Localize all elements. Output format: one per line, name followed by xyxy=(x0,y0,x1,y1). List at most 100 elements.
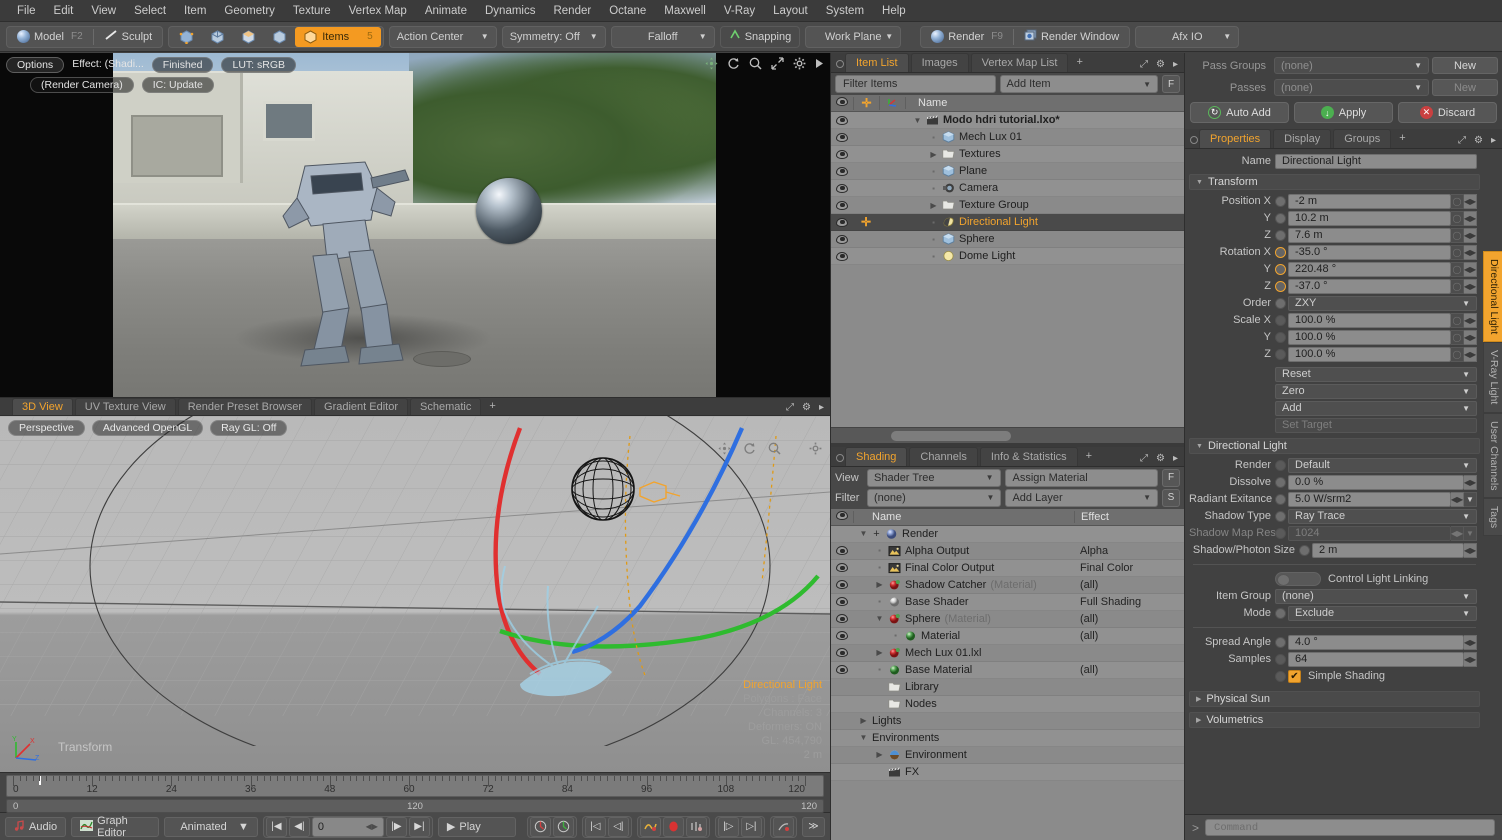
falloff-dropdown[interactable]: Falloff ▼ xyxy=(610,25,715,48)
play-button[interactable]: ▶ Play xyxy=(437,816,516,837)
shader-visibility-toggle[interactable] xyxy=(831,614,853,623)
item-list-row[interactable]: ▪ Camera xyxy=(831,180,1184,197)
properties-tab-groups[interactable]: Groups xyxy=(1333,129,1392,148)
next-key-button[interactable]: |▶ xyxy=(385,816,407,837)
assign-material-button[interactable]: Assign Material xyxy=(1004,468,1158,487)
scale-1-input[interactable]: 100.0 % xyxy=(1288,329,1451,345)
shader-tree-row[interactable]: ▪ Alpha Output Alpha xyxy=(831,542,1184,560)
symmetry-dropdown[interactable]: Symmetry: Off ▼ xyxy=(501,25,606,48)
transform-0-input[interactable]: -2 m xyxy=(1288,193,1451,209)
material-mode-button[interactable] xyxy=(264,27,295,47)
menu-item-texture[interactable]: Texture xyxy=(284,0,340,22)
delete-key-button[interactable] xyxy=(772,816,794,837)
item-list-row[interactable]: ✛ ▪ Directional Light xyxy=(831,214,1184,231)
transform-section-header[interactable]: ▼ Transform xyxy=(1189,174,1480,190)
simple-shading-checkbox[interactable]: ✔ xyxy=(1288,669,1301,683)
visibility-toggle[interactable] xyxy=(831,132,853,142)
visibility-toggle[interactable] xyxy=(831,251,853,261)
item-list-tree[interactable]: ▼ Modo hdri tutorial.lxo* ▪ Mech Lux 01 ▶ Tex… xyxy=(831,112,1184,427)
dissolve-input[interactable]: 0.0 % xyxy=(1288,474,1464,490)
expander-right-icon[interactable]: ▶ xyxy=(875,580,884,589)
model-mode-button[interactable]: Model F2 xyxy=(9,27,91,47)
shader-tree-row[interactable]: ▪ Material (all) xyxy=(831,627,1184,645)
shader-visibility-toggle[interactable] xyxy=(831,631,853,640)
shader-tree-row[interactable]: ▪ Base Shader Full Shading xyxy=(831,593,1184,611)
shader-tree[interactable]: ▼ + Render ▪ Alpha Output Alpha ▪ Final Color O… xyxy=(831,525,1184,840)
go-to-start-button[interactable]: |◀ xyxy=(265,816,287,837)
gear-icon[interactable] xyxy=(809,442,822,458)
menu-item-octane[interactable]: Octane xyxy=(600,0,655,22)
properties-tab-display[interactable]: Display xyxy=(1273,129,1332,148)
scale-0-knob[interactable] xyxy=(1275,314,1286,326)
items-mode-button[interactable]: Items 5 xyxy=(295,26,381,47)
shading-tab-shading[interactable]: Shading xyxy=(845,446,908,466)
scale-0-input[interactable]: 100.0 % xyxy=(1288,312,1451,328)
filter-items-input[interactable]: Filter Items xyxy=(835,75,996,93)
timeline-ruler[interactable]: 0 12 24 36 48 60 72 84 96 108 120 xyxy=(6,775,824,797)
viewport-tab-render-preset-browser[interactable]: Render Preset Browser xyxy=(177,398,313,415)
viewport-tab-schematic[interactable]: Schematic xyxy=(410,398,482,415)
auto-add-button[interactable]: ↻ Auto Add xyxy=(1190,102,1289,123)
shader-tree-row[interactable]: ▶ Mech Lux 01.lxl xyxy=(831,644,1184,662)
key-channels-button[interactable] xyxy=(685,816,707,837)
add-layer-plus-icon[interactable]: + xyxy=(872,528,881,540)
visibility-toggle[interactable] xyxy=(831,166,853,176)
transform-1-anim-knob[interactable]: ◯ xyxy=(1451,210,1464,226)
shader-tree-row[interactable]: ▶ Environment xyxy=(831,746,1184,764)
shader-view-dropdown[interactable]: Shader Tree ▼ xyxy=(867,468,1001,487)
shader-tree-row[interactable]: Nodes xyxy=(831,695,1184,713)
shader-tree-row[interactable]: ▼ Environments xyxy=(831,729,1184,747)
properties-tab-properties[interactable]: Properties xyxy=(1199,129,1272,148)
mode-dropdown[interactable]: Exclude ▼ xyxy=(1288,605,1477,621)
shader-effect-cell[interactable]: (all) xyxy=(1074,630,1184,642)
first-key-button[interactable]: |◁ xyxy=(584,816,606,837)
item-list-hscrollbar[interactable] xyxy=(831,426,1184,443)
radiant-input[interactable]: 5.0 W/srm2 xyxy=(1288,491,1451,507)
timeline-range-bar[interactable]: 0 120 120 xyxy=(6,799,824,813)
rotate-icon[interactable] xyxy=(727,57,740,73)
visibility-toggle[interactable] xyxy=(831,149,853,159)
expander-right-icon[interactable]: ▶ xyxy=(929,150,938,159)
item-list-row[interactable]: ▼ Modo hdri tutorial.lxo* xyxy=(831,112,1184,129)
stepper-icon[interactable]: ◀▶ xyxy=(366,822,378,831)
item-list-row[interactable]: ▪ Dome Light xyxy=(831,248,1184,265)
item-list-row[interactable]: ▶ Textures xyxy=(831,146,1184,163)
passes-dropdown[interactable]: (none) ▼ xyxy=(1274,79,1429,96)
shader-visibility-toggle[interactable] xyxy=(831,597,853,606)
shader-effect-cell[interactable]: (all) xyxy=(1074,613,1184,625)
scale-1-anim-knob[interactable]: ◯ xyxy=(1451,329,1464,345)
item-list-f-button[interactable]: F xyxy=(1162,75,1180,93)
afx-io-dropdown[interactable]: Afx IO ▼ xyxy=(1135,25,1240,48)
expand-icon[interactable]: ⤢ xyxy=(786,402,794,413)
set-target-button[interactable]: Set Target xyxy=(1275,417,1477,433)
transform-2-knob[interactable] xyxy=(1275,229,1286,241)
transform-0-knob[interactable] xyxy=(1275,195,1286,207)
scale-2-anim-knob[interactable]: ◯ xyxy=(1451,346,1464,362)
expand-icon[interactable] xyxy=(771,57,784,73)
radiant-units-dropdown[interactable]: ▼ xyxy=(1464,491,1477,507)
physical-sun-section-header[interactable]: ▶ Physical Sun xyxy=(1189,691,1480,707)
transform-3-anim-knob[interactable]: ◯ xyxy=(1451,244,1464,260)
work-plane-dropdown[interactable]: Work Plane ▼ xyxy=(805,25,902,48)
shader-effect-cell[interactable]: Full Shading xyxy=(1074,596,1184,608)
shading-tab-channels[interactable]: Channels xyxy=(909,446,978,466)
add-item-dropdown[interactable]: Add Item ▼ xyxy=(999,75,1158,93)
transform-5-anim-knob[interactable]: ◯ xyxy=(1451,278,1464,294)
scale-1-knob[interactable] xyxy=(1275,331,1286,343)
render-dropdown[interactable]: Default ▼ xyxy=(1288,457,1477,473)
shader-visibility-toggle[interactable] xyxy=(831,546,853,555)
render-knob[interactable] xyxy=(1275,459,1286,471)
snapping-button[interactable]: Snapping xyxy=(719,25,801,48)
item-list-row[interactable]: ▪ Mech Lux 01 xyxy=(831,129,1184,146)
shader-effect-cell[interactable]: (all) xyxy=(1074,664,1184,676)
gear-icon[interactable] xyxy=(793,57,806,73)
samples-input[interactable]: 64 xyxy=(1288,651,1464,667)
visibility-toggle[interactable] xyxy=(831,115,853,125)
expander-down-icon[interactable]: ▼ xyxy=(859,733,868,742)
lock-toggle[interactable]: ✛ xyxy=(853,216,879,228)
new-pass-group-button[interactable]: New xyxy=(1432,57,1498,74)
spread-knob[interactable] xyxy=(1275,636,1286,648)
properties-add-tab-button[interactable]: + xyxy=(1393,129,1411,148)
go-to-end-button[interactable]: ▶| xyxy=(408,816,430,837)
viewport-ray-gl-off-button[interactable]: Ray GL: Off xyxy=(210,420,288,436)
